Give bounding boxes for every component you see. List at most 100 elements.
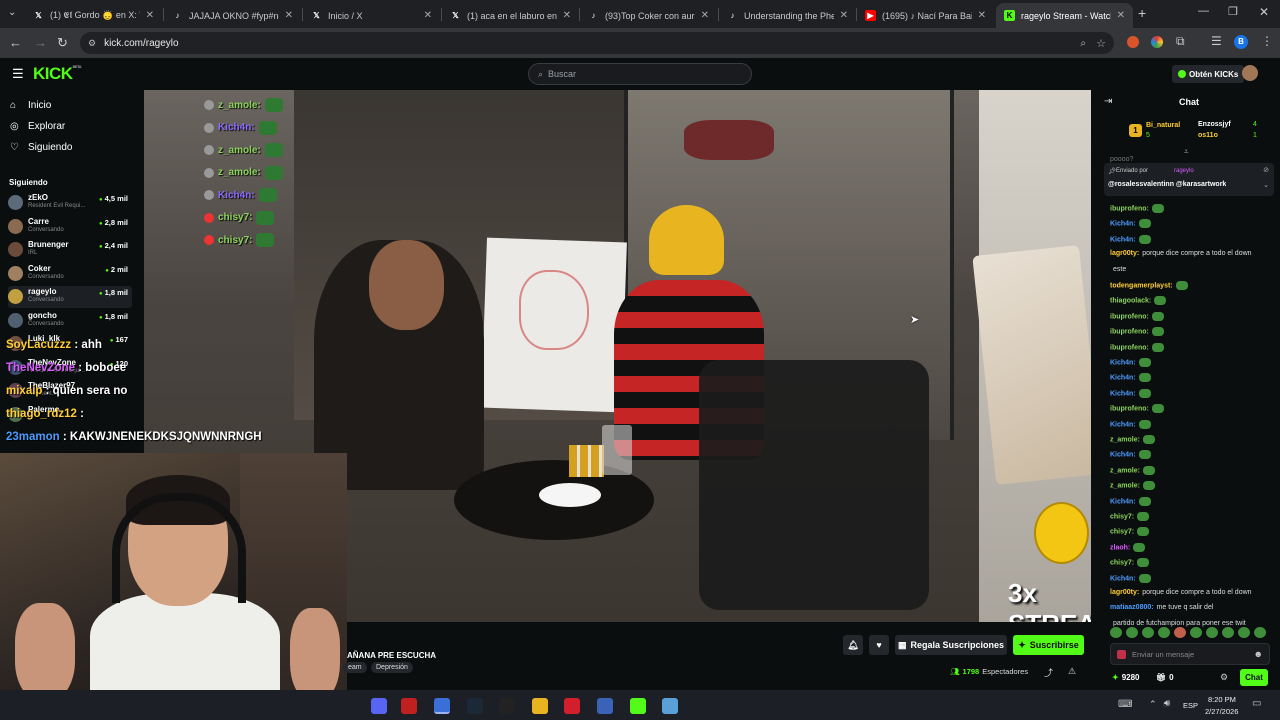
follow-heart-button[interactable]: ♥ [869,635,889,655]
forward-button[interactable]: → [34,35,47,50]
chat-message[interactable]: Kich4n: [1110,496,1151,506]
tag-pill[interactable]: eam [343,662,367,673]
chat-username[interactable]: todengamerplayst: [1110,282,1173,289]
chat-username[interactable]: ibuprofeno: [1110,329,1149,336]
send-chat-button[interactable]: Chat [1240,669,1268,686]
profile-avatar[interactable]: B [1234,35,1248,49]
tag-pill[interactable]: Depresión [371,662,413,673]
volume-icon[interactable]: 🔊︎ [1164,698,1170,709]
sidebar-channel[interactable]: gonchoConversando 1,8 mil [8,310,132,332]
leaderboard-name[interactable]: os11o [1198,132,1218,139]
zoom-icon[interactable]: ⌕ [1080,38,1086,49]
chat-message[interactable]: ibuprofeno: [1110,404,1164,414]
tab-close-icon[interactable]: ✕ [563,10,571,21]
chat-message[interactable]: ibuprofeno: [1110,342,1164,352]
quick-emote-icon[interactable] [1254,627,1266,638]
chat-username[interactable]: z_amole: [1110,483,1140,490]
expand-pin-icon[interactable]: ⌄ [1263,181,1269,189]
chat-username[interactable]: chisy7: [1110,513,1134,520]
taskbar-kick-icon[interactable] [630,698,646,714]
chat-username[interactable]: lagr00ty: [1110,589,1139,596]
chat-input[interactable]: Enviar un mensaje ☻ [1110,643,1270,665]
chat-message[interactable]: z_amole: [1110,481,1155,491]
browser-tab[interactable]: 𝕏 (1) aca en el laburo en X ✕ [442,3,579,28]
quick-emote-icon[interactable] [1222,627,1234,638]
extension-color-icon[interactable] [1151,36,1163,48]
chat-message[interactable]: lagr00ty: porque dice compre a todo el do… [1110,589,1252,596]
bookmark-star-icon[interactable]: ☆ [1096,37,1106,50]
subscribe-button[interactable]: ✦ Suscribirse [1013,635,1084,655]
chat-username[interactable]: zlaoh: [1110,544,1130,551]
reading-list-icon[interactable]: ☰ [1211,34,1222,48]
tab-close-icon[interactable]: ✕ [840,10,848,21]
quick-emote-icon[interactable] [1174,627,1186,638]
notification-icon[interactable]: ▭ [1252,698,1261,709]
points-display[interactable]: ✦ 9280 [1112,673,1140,682]
chat-username[interactable]: Kich4n: [1110,498,1136,505]
tab-close-icon[interactable]: ✕ [978,10,986,21]
chat-username[interactable]: Kich4n: [1110,375,1136,382]
quick-emote-icon[interactable] [1158,627,1170,638]
chat-message[interactable]: z_amole: [1110,465,1155,475]
chat-message[interactable]: chisy7: [1110,527,1150,537]
chat-username[interactable]: Kich4n: [1110,452,1136,459]
chat-username[interactable]: Kich4n: [1110,421,1136,428]
browser-tab[interactable]: ♪ JAJAJA OKNO #fyp#nofilt ✕ [164,3,301,28]
extension-fox-icon[interactable] [1127,36,1139,48]
hamburger-menu-icon[interactable]: ☰ [12,66,24,82]
chat-message[interactable]: Kich4n: [1110,219,1151,229]
keyboard-icon[interactable]: ⌨ [1118,699,1132,710]
chat-username[interactable]: Kich4n: [1110,221,1136,228]
close-window-button[interactable]: ✕ [1259,5,1269,19]
chat-username[interactable]: matiaaz0800: [1110,604,1154,611]
chat-username[interactable]: ibuprofeno: [1110,205,1149,212]
chat-message[interactable]: chisy7: [1110,558,1150,568]
kick-logo[interactable]: KICKBETA [33,64,82,84]
taskbar-news-icon[interactable] [401,698,417,714]
chat-message[interactable]: todengamerplayst: [1110,281,1188,290]
pinned-message[interactable]: 📌︎ Enviado por rageylo @rosalessvalentin… [1104,163,1274,196]
share-icon[interactable]: ⤴ [1044,666,1053,679]
chat-message[interactable]: este [1110,266,1126,273]
chat-username[interactable]: chisy7: [1110,529,1134,536]
tray-chevron-icon[interactable]: ⌃ [1149,699,1157,710]
chat-settings-icon[interactable]: ⚙ [1220,672,1228,683]
tab-close-icon[interactable]: ✕ [701,10,709,21]
back-button[interactable]: ← [9,35,22,50]
sidebar-nav-siguiendo[interactable]: ♡ Siguiendo [10,142,72,153]
quick-emote-icon[interactable] [1238,627,1250,638]
sidebar-channel[interactable]: rageyloConversando 1,8 mil [8,286,132,308]
sidebar-channel[interactable]: CarreConversando 2,8 mil [8,216,132,238]
tab-search-button[interactable]: ⌄ [8,7,16,18]
taskbar-capcut-icon[interactable] [499,698,515,714]
leaderboard-name[interactable]: Enzossjyf [1198,121,1231,128]
chat-message[interactable]: Kich4n: [1110,450,1151,460]
chat-message[interactable]: Kich4n: [1110,388,1151,398]
clock-time[interactable]: 8:20 PM [1208,695,1236,704]
chat-message[interactable]: z_amole: [1110,435,1155,444]
chat-username[interactable]: chisy7: [1110,560,1134,567]
sidebar-nav-inicio[interactable]: ⌂ Inicio [10,100,51,111]
chat-message[interactable]: ibuprofeno: [1110,311,1164,321]
report-icon[interactable]: ⚠ [1068,666,1076,677]
taskbar-steam-icon[interactable] [467,698,483,714]
quick-emote-icon[interactable] [1190,627,1202,638]
browser-tab[interactable]: 𝕏 Inicio / X ✕ [303,3,440,28]
taskbar-file-explorer-icon[interactable] [532,698,548,714]
address-bar[interactable]: ⚙ kick.com/rageylo ⌕ ☆ [80,32,1114,54]
chat-message[interactable]: Kich4n: [1110,234,1151,244]
site-info-icon[interactable]: ⚙ [88,38,96,49]
chat-message[interactable]: zlaoh: [1110,542,1146,552]
gifts-display[interactable]: 🎁︎ 0 [1156,673,1174,682]
tab-close-icon[interactable]: ✕ [424,10,432,21]
new-tab-button[interactable]: + [1138,5,1146,21]
notifications-bell-button[interactable]: 🔔︎ [843,635,863,655]
leaderboard-name[interactable]: Bi_natural [1146,122,1180,129]
extensions-puzzle-icon[interactable]: ⧉ [1176,34,1185,49]
chat-message[interactable]: partido de futchampion para poner ese tw… [1110,620,1246,627]
sidebar-channel[interactable]: CokerConversando 2 mil [8,263,132,285]
search-input[interactable]: ⌕ Buscar [528,63,752,85]
chat-message[interactable]: matiaaz0800: me tuve q salir del [1110,604,1213,611]
chat-message[interactable]: lagr00ty: porque dice compre a todo el do… [1110,250,1252,257]
chat-username[interactable]: Kich4n: [1110,236,1136,243]
